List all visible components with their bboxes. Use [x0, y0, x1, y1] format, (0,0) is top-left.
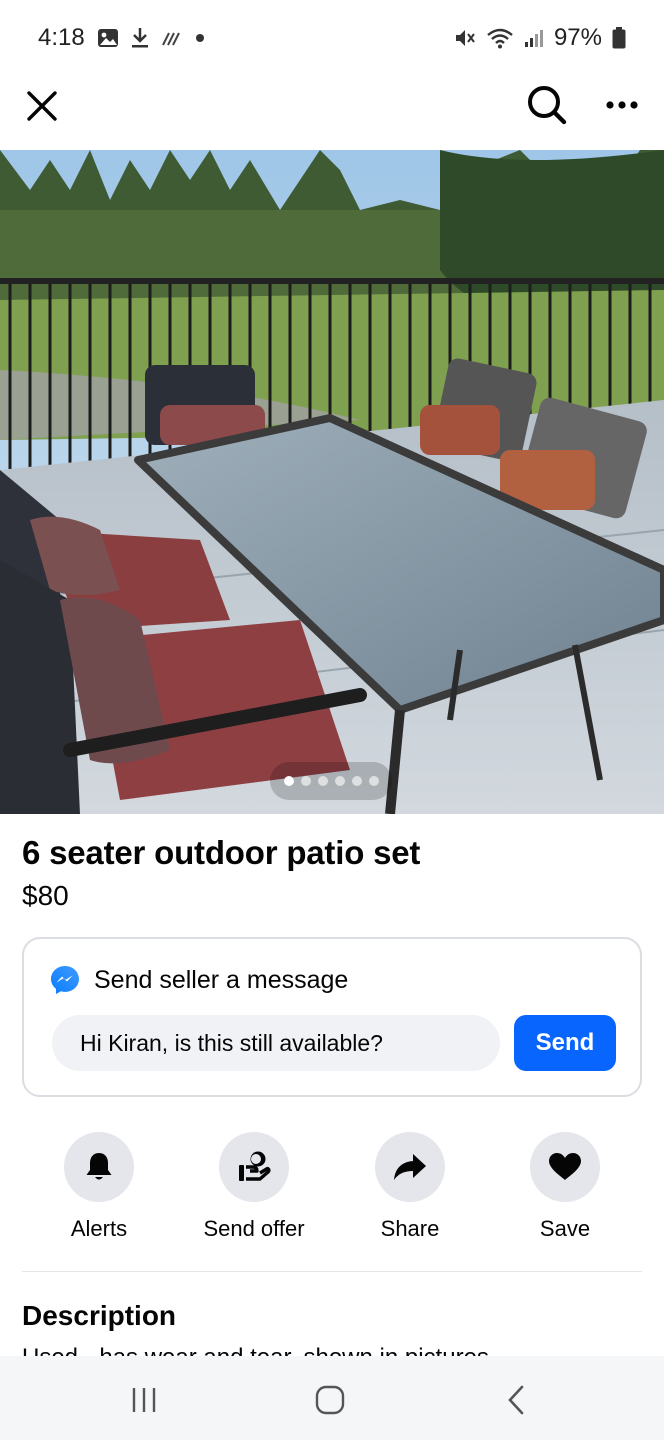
share-label: Share	[380, 1216, 440, 1241]
battery-icon	[612, 27, 626, 49]
send-offer-button[interactable]: Send offer	[184, 1132, 324, 1242]
recent-apps-icon	[132, 1388, 156, 1412]
signal-icon	[524, 28, 544, 48]
close-button[interactable]	[20, 84, 64, 128]
messenger-icon	[51, 966, 79, 994]
top-nav	[0, 76, 664, 150]
photo-pagination[interactable]	[270, 762, 392, 800]
more-icon	[606, 101, 638, 109]
share-circle[interactable]	[375, 1132, 445, 1202]
home-icon	[315, 1385, 345, 1415]
back-icon	[508, 1385, 524, 1415]
alerts-label: Alerts	[70, 1216, 128, 1241]
message-card-header: Send seller a message	[50, 965, 348, 995]
save-button[interactable]: Save	[495, 1132, 635, 1242]
save-circle[interactable]	[530, 1132, 600, 1202]
section-divider	[22, 1271, 642, 1272]
message-input[interactable]: Hi Kiran, is this still available?	[52, 1015, 500, 1071]
photo-dot[interactable]	[317, 776, 328, 786]
status-left: 4:18	[38, 24, 205, 52]
action-row: Alerts Send offer Share Save	[0, 1132, 664, 1252]
send-offer-circle[interactable]	[219, 1132, 289, 1202]
send-offer-label: Send offer	[203, 1216, 305, 1241]
listing-title: 6 seater outdoor patio set	[22, 834, 421, 871]
search-icon	[528, 86, 567, 125]
photo-dot[interactable]	[334, 776, 345, 786]
search-button[interactable]	[524, 82, 570, 128]
photo-dot[interactable]	[368, 776, 379, 786]
home-button[interactable]	[308, 1378, 352, 1422]
close-icon	[27, 91, 57, 121]
back-button[interactable]	[494, 1378, 538, 1422]
status-right: 97%	[454, 24, 626, 52]
listing-photo[interactable]	[0, 150, 664, 814]
mute-icon	[454, 27, 476, 49]
patio-set-image	[0, 150, 664, 814]
system-navigation-bar	[0, 1356, 664, 1440]
listing-price: $80	[22, 880, 69, 911]
bell-icon	[86, 1153, 112, 1180]
notification-dot-icon	[195, 33, 205, 43]
share-arrow-icon	[394, 1154, 426, 1180]
data-saver-icon	[161, 29, 183, 47]
description-heading: Description	[22, 1300, 177, 1331]
photo-dot[interactable]	[283, 776, 294, 786]
gallery-notification-icon	[97, 28, 119, 48]
save-label: Save	[539, 1216, 591, 1241]
share-button[interactable]: Share	[340, 1132, 480, 1242]
message-seller-card: Send seller a message Hi Kiran, is this …	[22, 937, 642, 1097]
alerts-circle[interactable]	[64, 1132, 134, 1202]
wifi-icon	[486, 27, 514, 49]
send-button[interactable]: Send	[514, 1015, 616, 1071]
alerts-button[interactable]: Alerts	[29, 1132, 169, 1242]
status-time: 4:18	[38, 24, 85, 51]
offer-icon	[239, 1151, 271, 1181]
message-card-title: Send seller a message	[94, 965, 349, 994]
recent-apps-button[interactable]	[122, 1378, 166, 1422]
more-options-button[interactable]	[598, 82, 646, 128]
download-notification-icon	[131, 27, 149, 49]
photo-dot[interactable]	[300, 776, 311, 786]
status-bar: 4:18 97%	[0, 0, 664, 76]
photo-dot[interactable]	[351, 776, 362, 786]
heart-icon	[549, 1153, 581, 1180]
battery-percent: 97%	[553, 24, 602, 51]
